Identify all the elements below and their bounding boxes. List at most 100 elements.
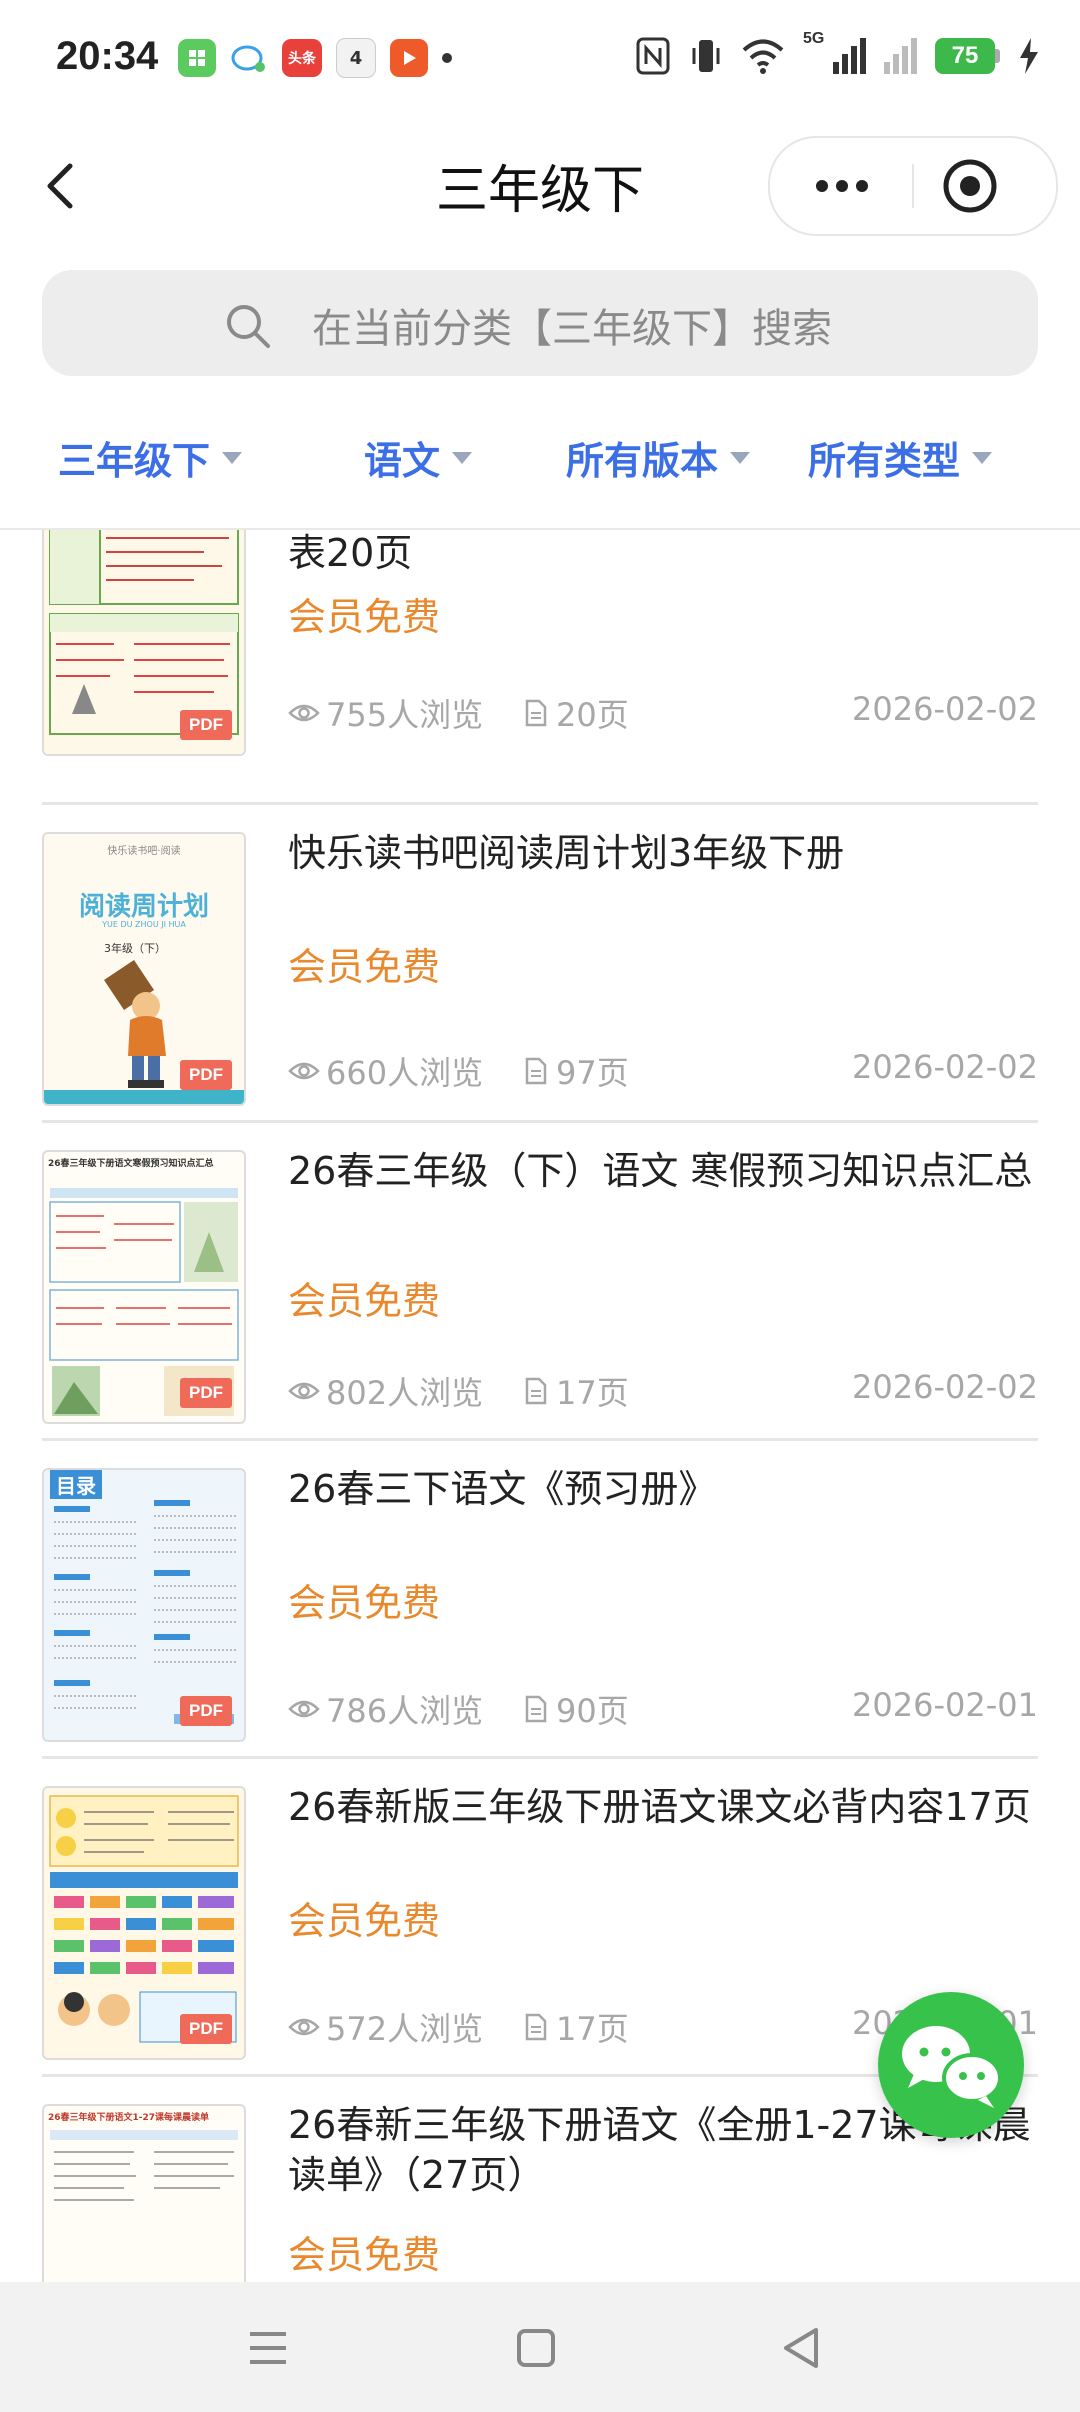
signal-5g-label: 5G <box>803 30 825 47</box>
app-green-icon <box>178 39 216 77</box>
thumb-header: 目录 <box>50 1470 102 1499</box>
views-count: 572人浏览 <box>326 2010 484 2048</box>
filter-edition[interactable]: 所有版本 <box>566 430 751 485</box>
item-price: 会员免费 <box>288 595 441 639</box>
list-divider <box>42 1120 1038 1123</box>
item-date: 2026-02-02 <box>852 1048 1038 1086</box>
page-count: 20页 <box>556 696 629 734</box>
eye-icon <box>288 1062 320 1080</box>
nav-bar: 三年级下 <box>0 120 1080 250</box>
item-views: 660人浏览 <box>288 1048 483 1094</box>
back-nav-button[interactable] <box>772 2318 832 2378</box>
page-count: 17页 <box>556 1374 629 1412</box>
item-pages: 90页 <box>524 1686 629 1732</box>
item-price: 会员免费 <box>288 1279 441 1323</box>
status-time: 20:34 <box>56 34 159 78</box>
filter-grade[interactable]: 三年级下 <box>58 430 243 485</box>
item-views: 572人浏览 <box>288 2004 483 2050</box>
item-meta: 660人浏览 97页 2026-02-02 <box>288 1048 1038 1092</box>
eye-icon <box>288 1700 320 1718</box>
document-icon <box>525 1695 547 1723</box>
more-icon-dot <box>856 180 868 192</box>
eye-icon <box>288 704 320 722</box>
calendar-icon: 4 <box>336 38 376 78</box>
vibrate-icon <box>692 40 720 72</box>
item-price: 会员免费 <box>288 1899 441 1943</box>
more-button[interactable] <box>798 160 886 212</box>
thumb-header: 26春三年级下册语文寒假预习知识点汇总 <box>48 1159 214 1169</box>
close-button[interactable] <box>940 156 1000 216</box>
toutiao-icon: 头条 <box>282 39 322 77</box>
menu-button[interactable] <box>238 2318 298 2378</box>
list-item[interactable]: 目录 PDF 26春三下语文《预习册》 会员免费 786人浏览 90页 2026… <box>42 1464 1038 1782</box>
caret-down-icon <box>222 451 243 464</box>
more-icon <box>816 180 828 192</box>
reading-person-illustration <box>104 960 166 1088</box>
list-item[interactable]: 快乐读书吧·阅读 阅读周计划 YUE DU ZHOU JI HUA 3年级（下）… <box>42 828 1038 1146</box>
item-thumbnail: 26春三年级下册语文寒假预习知识点汇总 PDF <box>42 1150 246 1424</box>
caret-down-icon <box>972 451 993 464</box>
chat-bubbles-icon <box>902 2026 1002 2108</box>
cover-grade: 3年级（下） <box>104 942 166 955</box>
item-title: 【26春三下语文寒假预习必背内容背诵默写表20页 <box>288 531 413 575</box>
signal-sim2-icon <box>884 38 917 74</box>
filter-subject[interactable]: 语文 <box>364 430 473 485</box>
more-icon-dot <box>836 180 848 192</box>
pdf-badge: PDF <box>180 1060 232 1090</box>
item-thumbnail: PDF <box>42 530 246 756</box>
signal-5g-icon: 5G <box>803 30 866 74</box>
page-count: 97页 <box>556 1054 629 1092</box>
cover-subtitle: YUE DU ZHOU JI HUA <box>102 920 186 929</box>
item-date: 2026-02-01 <box>852 1686 1038 1724</box>
customer-service-button[interactable] <box>878 1992 1024 2138</box>
item-price: 会员免费 <box>288 1581 441 1625</box>
chat-cloud-icon <box>230 39 268 77</box>
views-count: 802人浏览 <box>326 1374 484 1412</box>
item-title: 26春新版三年级下册语文课文必背内容17页 <box>288 1785 1031 1829</box>
eye-icon <box>288 2018 320 2036</box>
notification-icons: 头条 4 <box>178 38 452 78</box>
item-title: 26春三下语文《预习册》 <box>288 1467 717 1511</box>
item-pages: 20页 <box>524 690 629 736</box>
views-count: 786人浏览 <box>326 1692 484 1730</box>
battery-icon: 75 <box>935 38 1000 74</box>
caret-down-icon <box>452 451 473 464</box>
capsule-divider <box>912 164 914 208</box>
item-thumbnail: PDF <box>42 1786 246 2060</box>
back-triangle-icon <box>784 2328 818 2368</box>
pdf-badge: PDF <box>180 1696 232 1726</box>
item-price: 会员免费 <box>288 2233 441 2277</box>
item-views: 755人浏览 <box>288 690 483 736</box>
menu-icon <box>250 2332 286 2364</box>
miniprogram-capsule <box>768 136 1058 236</box>
page-count: 90页 <box>556 1692 629 1730</box>
item-pages: 17页 <box>524 2004 629 2050</box>
item-pages: 97页 <box>524 1048 629 1094</box>
wifi-icon <box>742 39 784 74</box>
item-thumbnail: 26春三年级下册语文1-27课每课晨读单 <box>42 2104 246 2282</box>
battery-level: 75 <box>935 38 995 74</box>
filter-type[interactable]: 所有类型 <box>808 430 993 485</box>
list-divider <box>42 1756 1038 1759</box>
item-views: 802人浏览 <box>288 1368 483 1414</box>
home-button[interactable] <box>506 2318 566 2378</box>
caret-down-icon <box>730 451 751 464</box>
document-icon <box>525 1377 547 1405</box>
document-icon <box>525 2013 547 2041</box>
nfc-icon <box>636 37 670 75</box>
filter-edition-label: 所有版本 <box>566 439 719 483</box>
list-item[interactable]: 26春三年级下册语文寒假预习知识点汇总 PDF 26春三年级（下）语文 寒假预习… <box>42 1146 1038 1464</box>
more-notifications-dot <box>442 53 452 63</box>
item-price: 会员免费 <box>288 945 441 989</box>
item-meta: 802人浏览 17页 2026-02-02 <box>288 1368 1038 1412</box>
cover-title: 阅读周计划 <box>78 892 209 922</box>
item-meta: 786人浏览 90页 2026-02-01 <box>288 1686 1038 1730</box>
filter-subject-label: 语文 <box>364 439 441 483</box>
item-title: 快乐读书吧阅读周计划3年级下册 <box>288 831 845 875</box>
views-count: 660人浏览 <box>326 1054 484 1092</box>
pdf-badge: PDF <box>180 2014 232 2044</box>
eye-icon <box>288 1382 320 1400</box>
search-input[interactable]: 在当前分类【三年级下】搜索 <box>42 270 1038 376</box>
video-play-icon <box>390 39 428 77</box>
list-item[interactable]: PDF 【26春三下语文寒假预习必背内容背诵默写表20页 会员免费 755人浏览… <box>42 530 1038 796</box>
